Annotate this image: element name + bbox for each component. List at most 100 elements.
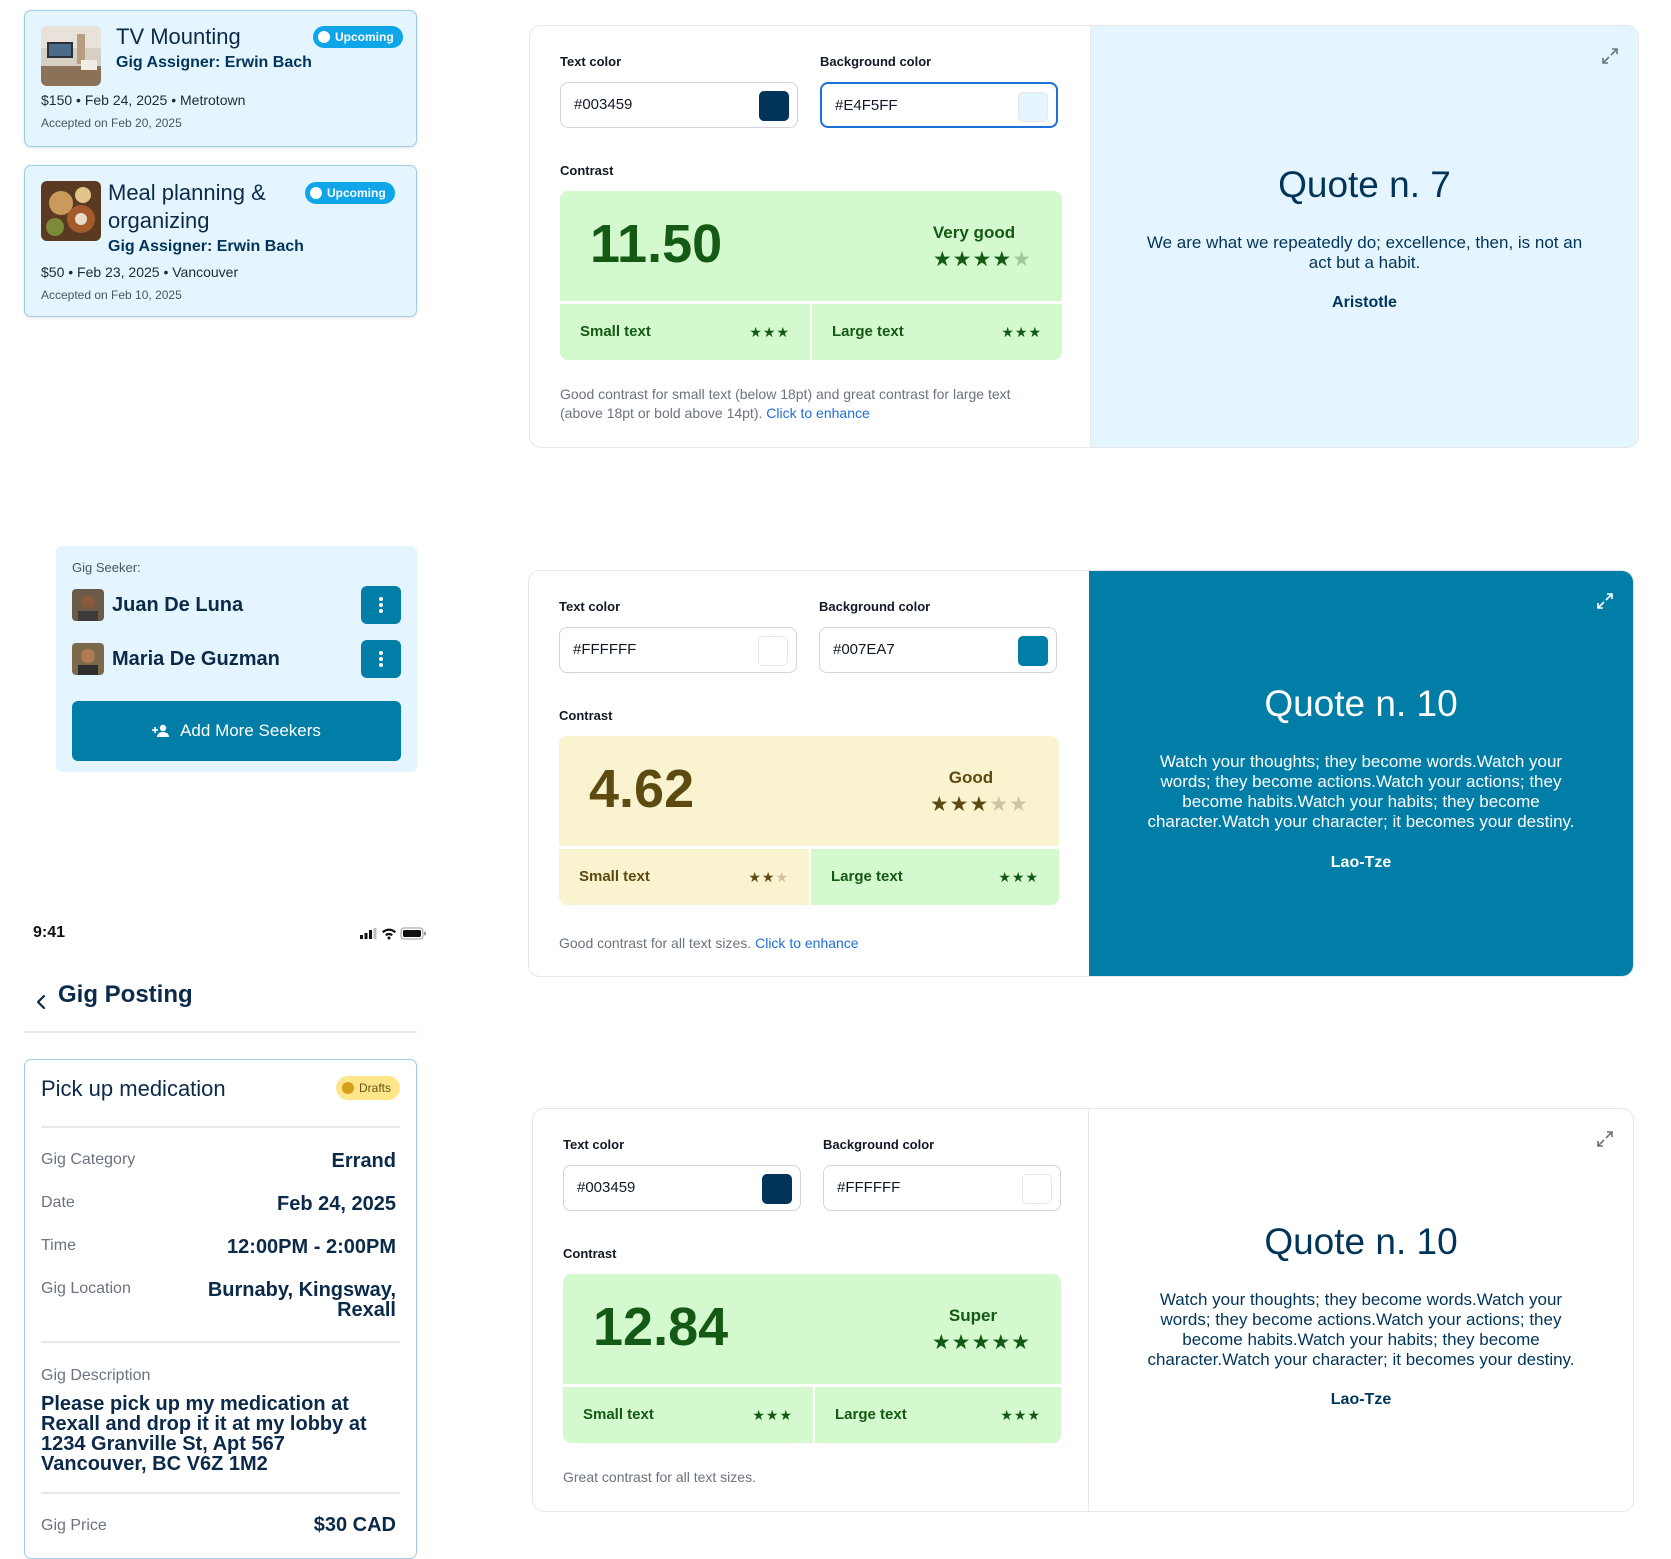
status-bar-icons <box>360 926 426 940</box>
status-badge: Upcoming <box>313 26 403 48</box>
background-color-input[interactable]: #FFFFFF <box>823 1165 1061 1211</box>
text-color-label: Text color <box>559 599 621 614</box>
location-line: Rexall <box>337 1299 396 1321</box>
text-color-swatch[interactable] <box>759 91 789 121</box>
background-color-swatch[interactable] <box>1018 636 1048 666</box>
date-label: Date <box>41 1194 75 1211</box>
text-size-ratings: Small text ★★★ Large text ★★★ <box>560 301 1062 360</box>
seeker-name: Juan De Luna <box>112 594 244 616</box>
gig-card-meal-planning[interactable]: Meal planning & organizing Upcoming Gig … <box>24 165 417 317</box>
click-to-enhance-link[interactable]: Click to enhance <box>766 405 870 421</box>
large-text-rating: Large text ★★★ <box>811 846 1059 905</box>
quote-author: Lao-Tze <box>1330 1391 1392 1408</box>
gig-posting-card: Pick up medication Drafts Gig Category E… <box>24 1059 417 1559</box>
expand-icon[interactable] <box>1600 46 1620 66</box>
add-user-icon <box>152 724 170 737</box>
back-chevron-icon <box>36 994 46 1010</box>
quote-title: Quote n. 7 <box>1278 164 1451 205</box>
gig-title: Meal planning & organizing <box>108 179 266 235</box>
kebab-icon <box>379 597 383 613</box>
contrast-checker-panel: Text color #003459 Background color #E4F… <box>529 25 1639 448</box>
contrast-ratio: 12.84 <box>593 1297 729 1357</box>
background-color-swatch[interactable] <box>1022 1174 1052 1204</box>
large-text-label: Large text <box>831 868 903 885</box>
gig-price-value: $30 CAD <box>313 1514 396 1536</box>
contrast-note: Good contrast for all text sizes. Click … <box>559 934 1049 953</box>
divider <box>41 1492 400 1494</box>
text-color-input[interactable]: #003459 <box>560 82 798 128</box>
small-text-rating: Small text ★★★ <box>559 846 809 905</box>
location-line: Burnaby, Kingsway, <box>207 1279 396 1301</box>
text-color-label: Text color <box>560 54 622 69</box>
text-color-swatch[interactable] <box>758 636 788 666</box>
contrast-rating: Super <box>948 1306 998 1325</box>
small-text-rating: Small text ★★★ <box>563 1384 813 1443</box>
gig-title: TV Mounting <box>116 24 241 49</box>
divider <box>41 1126 400 1128</box>
rating-stars: ★★★★★ <box>932 248 1032 271</box>
quote-preview: Quote n. 10 Watch your thoughts; they be… <box>1088 1109 1633 1511</box>
quote-body: Watch your thoughts; they become words.W… <box>1147 752 1575 831</box>
time-value: 12:00PM - 2:00PM <box>227 1236 396 1258</box>
background-color-value: #E4F5FF <box>835 97 898 114</box>
gig-category-value: Errand <box>331 1150 396 1172</box>
contrast-note: Great contrast for all text sizes. <box>563 1468 1053 1487</box>
seeker-options-button[interactable] <box>361 640 401 678</box>
quote-author: Aristotle <box>1332 294 1397 311</box>
text-color-input[interactable]: #FFFFFF <box>559 627 797 673</box>
status-badge-label: Upcoming <box>335 30 394 44</box>
quote-author: Lao-Tze <box>1330 854 1392 871</box>
draft-badge-label: Drafts <box>358 1081 391 1095</box>
gig-card-tv-mounting[interactable]: TV Mounting Upcoming Gig Assigner: Erwin… <box>24 10 417 147</box>
text-color-value: #003459 <box>577 1179 636 1196</box>
seekers-label: Gig Seeker: <box>72 560 141 575</box>
background-color-input[interactable]: #007EA7 <box>819 627 1057 673</box>
gig-thumbnail <box>41 181 101 241</box>
add-more-seekers-button[interactable]: Add More Seekers <box>72 701 401 761</box>
background-color-input[interactable]: #E4F5FF <box>820 82 1058 128</box>
contrast-note: Good contrast for small text (below 18pt… <box>560 385 1050 423</box>
time-label: Time <box>41 1237 76 1254</box>
click-to-enhance-link[interactable]: Click to enhance <box>755 935 859 951</box>
background-color-swatch[interactable] <box>1018 92 1048 122</box>
contrast-label: Contrast <box>563 1246 617 1261</box>
large-text-label: Large text <box>835 1406 907 1423</box>
gig-title-line: Meal planning & <box>108 180 266 205</box>
gig-description-value: Please pick up my medication at Rexall a… <box>41 1393 367 1475</box>
contrast-label: Contrast <box>559 708 613 723</box>
small-text-label: Small text <box>580 323 651 340</box>
page-title: Gig Posting <box>58 981 193 1008</box>
gig-thumbnail <box>41 26 101 86</box>
contrast-checker-panel: Text color #FFFFFF Background color #007… <box>528 570 1634 977</box>
gig-accepted-date: Accepted on Feb 20, 2025 <box>41 116 182 130</box>
divider <box>41 1341 400 1343</box>
large-text-rating: Large text ★★★ <box>812 301 1062 360</box>
contrast-note-text: Great contrast for all text sizes. <box>563 1469 756 1485</box>
gig-title-line: organizing <box>108 208 210 233</box>
large-text-rating: Large text ★★★ <box>815 1384 1061 1443</box>
text-color-value: #003459 <box>574 96 633 113</box>
split-divider <box>813 1384 815 1443</box>
kebab-icon <box>379 651 383 667</box>
text-color-input[interactable]: #003459 <box>563 1165 801 1211</box>
text-color-swatch[interactable] <box>762 1174 792 1204</box>
battery-icon <box>400 927 426 940</box>
small-text-label: Small text <box>579 868 650 885</box>
back-button[interactable] <box>30 991 52 1013</box>
background-color-label: Background color <box>819 599 931 614</box>
gig-accepted-date: Accepted on Feb 10, 2025 <box>41 288 182 302</box>
gig-location-label: Gig Location <box>41 1280 131 1297</box>
large-text-stars: ★★★ <box>1001 324 1042 340</box>
expand-icon[interactable] <box>1595 591 1615 611</box>
gig-meta: $50 • Feb 23, 2025 • Vancouver <box>41 264 239 280</box>
expand-icon[interactable] <box>1595 1129 1615 1149</box>
small-text-stars: ★★★ <box>749 324 790 340</box>
text-color-value: #FFFFFF <box>573 641 637 658</box>
quote-body: Watch your thoughts; they become words.W… <box>1147 1290 1575 1369</box>
seeker-options-button[interactable] <box>361 586 401 624</box>
status-badge-label: Upcoming <box>327 186 386 200</box>
status-dot-icon <box>318 31 330 43</box>
text-size-ratings: Small text ★★★ Large text ★★★ <box>563 1384 1061 1443</box>
contrast-ratio: 11.50 <box>590 214 723 274</box>
quote-title: Quote n. 10 <box>1264 683 1458 724</box>
